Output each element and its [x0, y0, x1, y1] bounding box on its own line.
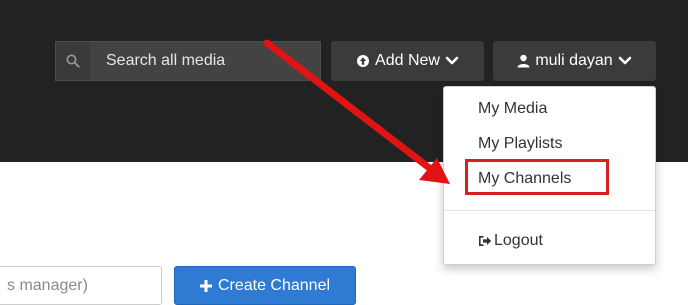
circle-arrow-up-icon [356, 54, 370, 68]
menu-divider [444, 210, 655, 211]
user-dropdown-menu: My Media My Playlists My Channels Logout [443, 86, 656, 265]
add-new-label: Add New [375, 52, 440, 69]
add-new-button[interactable]: Add New [331, 41, 484, 81]
menu-item-my-media[interactable]: My Media [478, 100, 547, 118]
channel-manager-text: s manager) [7, 276, 88, 294]
chevron-down-icon [618, 56, 632, 66]
create-channel-label: Create Channel [217, 276, 331, 294]
user-name-label: muli dayan [535, 52, 613, 69]
plus-icon [199, 279, 212, 292]
create-channel-button[interactable]: Create Channel [174, 266, 356, 305]
channel-manager-field[interactable]: s manager) [0, 266, 162, 305]
search-input[interactable] [90, 41, 320, 81]
search-icon[interactable] [56, 42, 90, 80]
user-icon [517, 54, 530, 68]
logout-label: Logout [494, 232, 543, 249]
menu-item-logout[interactable]: Logout [478, 232, 543, 250]
user-menu-button[interactable]: muli dayan [493, 41, 656, 81]
chevron-down-icon [445, 56, 459, 66]
search-box[interactable] [55, 41, 321, 81]
menu-item-my-channels[interactable]: My Channels [478, 170, 571, 188]
menu-item-my-playlists[interactable]: My Playlists [478, 135, 562, 153]
sign-out-icon [478, 235, 492, 247]
